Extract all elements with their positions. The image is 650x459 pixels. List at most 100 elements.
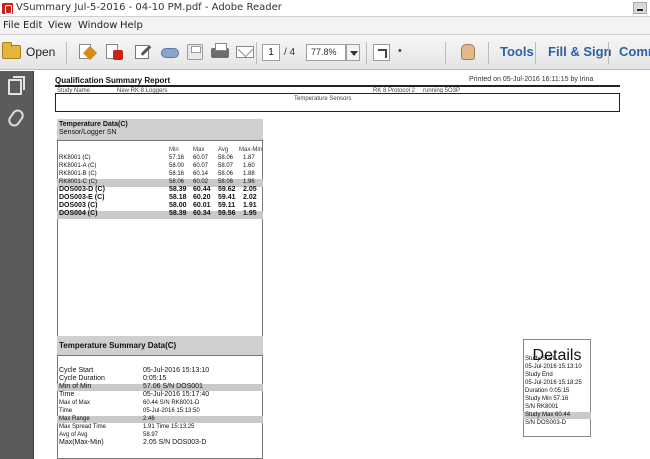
upload-document-icon[interactable] (76, 43, 98, 61)
sensor-diff: 2.05 (243, 186, 257, 193)
summary-label: Max Spread Time (59, 424, 107, 430)
page-number-input[interactable]: 1 (262, 44, 280, 61)
summary-label: Cycle Duration (59, 375, 105, 382)
window-title: VSummary Jul-5-2016 - 04-10 PM.pdf - Ado… (16, 2, 282, 13)
report-title: Qualification Summary Report (55, 76, 171, 85)
sensor-max: 60.02 (193, 179, 209, 185)
table-row: RK8001-B (C) 58.16 60.14 58.06 1.88 (57, 171, 263, 179)
sensor-max: 60.01 (193, 202, 211, 209)
details-row: 05-Jul-2016 15:18:25 (523, 380, 591, 387)
toolbar-separator (366, 42, 367, 64)
save-icon[interactable] (185, 43, 205, 61)
sensor-max: 60.07 (193, 163, 209, 169)
sensor-name: DOS004 (C) (59, 210, 98, 217)
summary-row: Cycle Start 05-Jul-2016 15:13:10 (57, 367, 263, 375)
details-row: Study Max 60.44 (523, 412, 591, 419)
details-text: Duration 0:05:15 (525, 388, 570, 394)
tools-button[interactable]: Tools (500, 44, 534, 59)
sensor-type-label: Temperature Sensors (294, 96, 352, 102)
menu-edit[interactable]: Edit (23, 20, 42, 31)
details-row: 05-Jul-2016 15:13:10 (523, 364, 591, 371)
summary-value: 05-Jul-2016 15:17:40 (143, 391, 210, 398)
summary-label: Time (59, 408, 73, 414)
zoom-dropdown-button[interactable] (346, 44, 360, 61)
email-icon[interactable] (235, 43, 255, 61)
sensor-max: 60.14 (193, 171, 209, 177)
summary-label: Cycle Start (59, 367, 94, 374)
sensor-avg: 58.06 (218, 155, 234, 161)
toolbar-separator (445, 42, 446, 64)
sensor-name: DOS003-E (C) (59, 194, 105, 201)
hand-tool-icon[interactable] (461, 44, 475, 60)
document-view[interactable]: Qualification Summary Report Printed on … (35, 71, 650, 459)
summary-label: Max of Max (59, 400, 91, 406)
summary-value: 1.91 Time 15:13:25 (143, 424, 195, 430)
menu-file[interactable]: File (3, 20, 20, 31)
sensor-min: 58.00 (169, 163, 185, 169)
print-icon[interactable] (210, 43, 230, 61)
details-row: Duration 0:05:15 (523, 388, 591, 395)
sensor-max: 60.07 (193, 155, 209, 161)
page-thumbnails-icon[interactable] (8, 76, 25, 95)
sensor-min: 58.16 (169, 171, 185, 177)
printed-on-label: Printed on 05-Jul-2016 16:11:15 by Irina (469, 76, 594, 83)
fill-sign-button[interactable]: Fill & Sign (548, 44, 612, 59)
sensor-name: DOS003 (C) (59, 202, 98, 209)
summary-header: Temperature Summary Data(C) (57, 336, 263, 355)
menu-help[interactable]: Help (120, 20, 143, 31)
summary-label: Avg of Avg (59, 432, 88, 438)
summary-row: Max of Max 60.44 S/N RK8001-D (57, 400, 263, 407)
details-text: 05-Jul-2016 15:18:25 (525, 380, 582, 386)
sensor-name: RK8001-A (C) (59, 163, 97, 169)
comment-button[interactable]: Comm (619, 44, 650, 59)
sensor-diff: 1.88 (243, 171, 255, 177)
attachments-icon[interactable] (5, 107, 27, 129)
summary-label: Min of Min (59, 383, 92, 390)
details-text: Study End (525, 372, 553, 378)
cloud-icon[interactable] (160, 43, 180, 61)
temperature-data-header: Temperature Data(C) Sensor/Logger SN (57, 119, 263, 140)
open-button[interactable]: Open (2, 42, 58, 64)
create-pdf-icon[interactable] (104, 43, 124, 61)
page-total: / 4 (284, 47, 296, 58)
summary-value: 58.97 (143, 432, 159, 438)
sensor-max: 60.20 (193, 194, 211, 201)
summary-label: Max Range (59, 416, 90, 422)
toolbar-separator (66, 42, 67, 64)
sensor-min: 58.06 (169, 179, 185, 185)
summary-row: Max Range 2.46 (57, 416, 263, 423)
open-label: Open (26, 45, 56, 59)
summary-row: Time 05-Jul-2016 15:13:50 (57, 408, 263, 415)
sensor-name: RK8001-C (C) (59, 179, 98, 185)
menu-view[interactable]: View (48, 20, 72, 31)
table-row: RK8001 (C) 57.16 60.07 58.06 1.87 (57, 155, 263, 163)
table-row: RK8001-A (C) 58.00 60.07 58.07 1.60 (57, 163, 263, 171)
more-tools-button[interactable]: • (398, 45, 402, 57)
fit-page-icon[interactable] (373, 44, 390, 61)
summary-row: Cycle Duration 0:05:15 (57, 375, 263, 383)
summary-value: 05-Jul-2016 15:13:50 (143, 408, 200, 414)
summary-value: 05-Jul-2016 15:13:10 (143, 367, 210, 374)
sensor-diff: 1.96 (243, 179, 255, 185)
sensor-avg: 59.62 (218, 186, 236, 193)
column-header-max: Max (193, 147, 205, 153)
details-text: S/N RK8001 (525, 404, 559, 410)
details-row: Study Min 57.16 (523, 396, 591, 403)
sensor-type-box: Temperature Sensors (55, 93, 620, 112)
sensor-avg: 59.11 (218, 202, 236, 209)
sensor-avg: 59.56 (218, 210, 236, 217)
toolbar-separator (535, 42, 536, 64)
toolbar-separator (256, 42, 257, 64)
sensor-min: 58.18 (169, 194, 187, 201)
folder-icon (2, 42, 21, 59)
minimize-button[interactable] (633, 2, 647, 14)
summary-value: 2.46 (143, 416, 155, 422)
summary-row: Max(Max-Min) 2.05 S/N DOS003-D (57, 439, 263, 447)
edit-pdf-icon[interactable] (133, 43, 153, 61)
zoom-input[interactable]: 77.8% (306, 44, 346, 61)
sensor-avg: 58.06 (218, 171, 234, 177)
navigation-pane (0, 71, 34, 459)
menu-window[interactable]: Window (78, 20, 117, 31)
sensor-diff: 1.60 (243, 163, 255, 169)
details-row: Study Start (523, 356, 591, 363)
